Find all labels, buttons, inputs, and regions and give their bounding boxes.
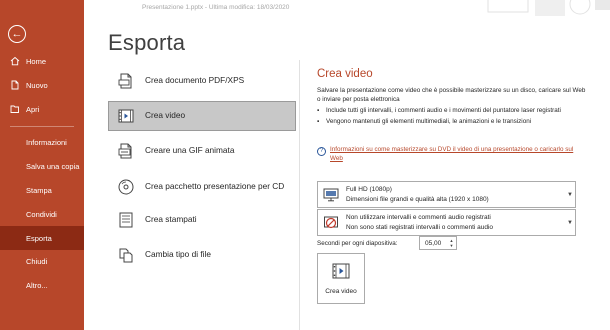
- list-item-text: Include tutti gli intervalli, i commenti…: [326, 107, 561, 114]
- dropdown-text: Full HD (1080p) Dimensioni file grandi e…: [346, 185, 565, 204]
- sidebar-item-label: Nuovo: [26, 80, 48, 90]
- backstage-main: Presentazione 1.pptx - Ultima modifica: …: [84, 0, 610, 330]
- help-link[interactable]: ? Informazioni su come masterizzare su D…: [317, 146, 587, 163]
- sidebar-item-nuovo[interactable]: Nuovo: [0, 74, 84, 96]
- help-link-text[interactable]: Informazioni su come masterizzare su DVD…: [330, 146, 587, 163]
- seconds-per-slide-input[interactable]: 05,00 ▲ ▼: [419, 236, 457, 250]
- seconds-label: Secondi per ogni diapositiva:: [317, 240, 398, 247]
- sidebar-item-salva-una-copia[interactable]: Salva una copia: [0, 155, 84, 177]
- list-item: ▪ Vengono mantenuti gli elementi multime…: [317, 118, 589, 127]
- seconds-value: 05,00: [425, 239, 442, 247]
- option-label: Creare una GIF animata: [145, 145, 235, 156]
- dropdown-detail: Dimensioni file grandi e qualità alta (1…: [346, 195, 489, 203]
- option-label: Cambia tipo di file: [145, 249, 211, 260]
- handouts-icon: [115, 209, 137, 231]
- window-title: Presentazione 1.pptx - Ultima modifica: …: [142, 4, 290, 11]
- seconds-spinner[interactable]: ▲ ▼: [448, 238, 455, 248]
- sidebar-item-label: Apri: [26, 104, 40, 114]
- dropdown-detail: Non sono stati registrati intervalli o c…: [346, 223, 494, 231]
- dropdown-value: Full HD (1080p): [346, 186, 392, 194]
- sidebar-item-chiudi[interactable]: Chiudi: [0, 250, 84, 272]
- dropdown-text: Non utilizzare intervalli e commenti aud…: [346, 213, 565, 232]
- chevron-down-icon: ▼: [567, 219, 573, 226]
- option-crea-stampati[interactable]: Crea stampati: [108, 205, 296, 235]
- bullet-icon: ▪: [317, 107, 320, 114]
- help-question-icon: ?: [317, 146, 326, 156]
- back-arrow-icon[interactable]: ←: [8, 25, 26, 43]
- sidebar-item-label: Home: [26, 56, 47, 66]
- sidebar-item-label: Condividi: [26, 209, 57, 219]
- option-label: Crea video: [145, 110, 186, 121]
- timings-dropdown[interactable]: Non utilizzare intervalli e commenti aud…: [317, 209, 576, 236]
- sidebar-item-altro[interactable]: Altro...: [0, 274, 84, 296]
- option-label: Crea pacchetto presentazione per CD: [145, 181, 285, 192]
- sidebar-item-informazioni[interactable]: Informazioni: [0, 131, 84, 153]
- backstage-sidebar: ← Home Nuovo Apri Informazioni Salva una…: [0, 0, 84, 330]
- gif-icon: [115, 140, 137, 162]
- sidebar-divider: [10, 126, 74, 127]
- sidebar-item-label: Esporta: [26, 233, 52, 243]
- no-timings-icon: [322, 214, 340, 232]
- sidebar-item-condividi[interactable]: Condividi: [0, 203, 84, 225]
- sidebar-item-home[interactable]: Home: [0, 50, 84, 72]
- create-video-label: Crea video: [325, 288, 357, 295]
- create-video-button[interactable]: Crea video: [317, 253, 365, 304]
- option-crea-pdf-xps[interactable]: Crea documento PDF/XPS: [108, 66, 296, 96]
- spin-down-icon[interactable]: ▼: [448, 243, 455, 248]
- option-crea-video[interactable]: Crea video: [108, 101, 296, 131]
- video-film-icon: [332, 263, 350, 279]
- section-description: Salvare la presentazione come video che …: [317, 87, 586, 103]
- option-cambia-tipo-file[interactable]: Cambia tipo di file: [108, 240, 296, 270]
- video-film-icon: [115, 105, 137, 127]
- sidebar-item-label: Informazioni: [26, 137, 67, 147]
- home-icon: [10, 56, 20, 66]
- decorative-banner: [440, 0, 610, 18]
- chevron-down-icon: ▼: [567, 191, 573, 198]
- change-file-type-icon: [115, 244, 137, 266]
- list-item-text: Vengono mantenuti gli elementi multimedi…: [326, 117, 532, 125]
- dropdown-value: Non utilizzare intervalli e commenti aud…: [346, 214, 491, 222]
- page-title: Esporta: [108, 30, 186, 55]
- monitor-icon: [322, 186, 340, 204]
- pdf-document-icon: [115, 70, 137, 92]
- option-crea-gif[interactable]: Creare una GIF animata: [108, 136, 296, 166]
- title-bar: Presentazione 1.pptx - Ultima modifica: …: [84, 0, 610, 18]
- sidebar-item-label: Stampa: [26, 185, 52, 195]
- new-document-icon: [10, 80, 20, 90]
- feature-list: ▪ Include tutti gli intervalli, i commen…: [317, 107, 589, 126]
- sidebar-item-label: Chiudi: [26, 256, 48, 266]
- quality-dropdown[interactable]: Full HD (1080p) Dimensioni file grandi e…: [317, 181, 576, 208]
- cd-package-icon: [115, 176, 137, 198]
- sidebar-item-label: Altro...: [26, 280, 48, 290]
- open-folder-icon: [10, 104, 20, 114]
- sidebar-item-esporta[interactable]: Esporta: [0, 226, 84, 250]
- option-label: Crea documento PDF/XPS: [145, 75, 245, 86]
- sidebar-item-label: Salva una copia: [26, 161, 80, 171]
- option-label: Crea stampati: [145, 214, 197, 225]
- section-title: Crea video: [317, 68, 373, 80]
- sidebar-item-apri[interactable]: Apri: [0, 98, 84, 120]
- sidebar-item-stampa[interactable]: Stampa: [0, 179, 84, 201]
- panel-divider: [299, 60, 300, 330]
- bullet-icon: ▪: [317, 117, 320, 125]
- list-item: ▪ Include tutti gli intervalli, i commen…: [317, 107, 589, 116]
- option-crea-pacchetto-cd[interactable]: Crea pacchetto presentazione per CD: [108, 170, 296, 204]
